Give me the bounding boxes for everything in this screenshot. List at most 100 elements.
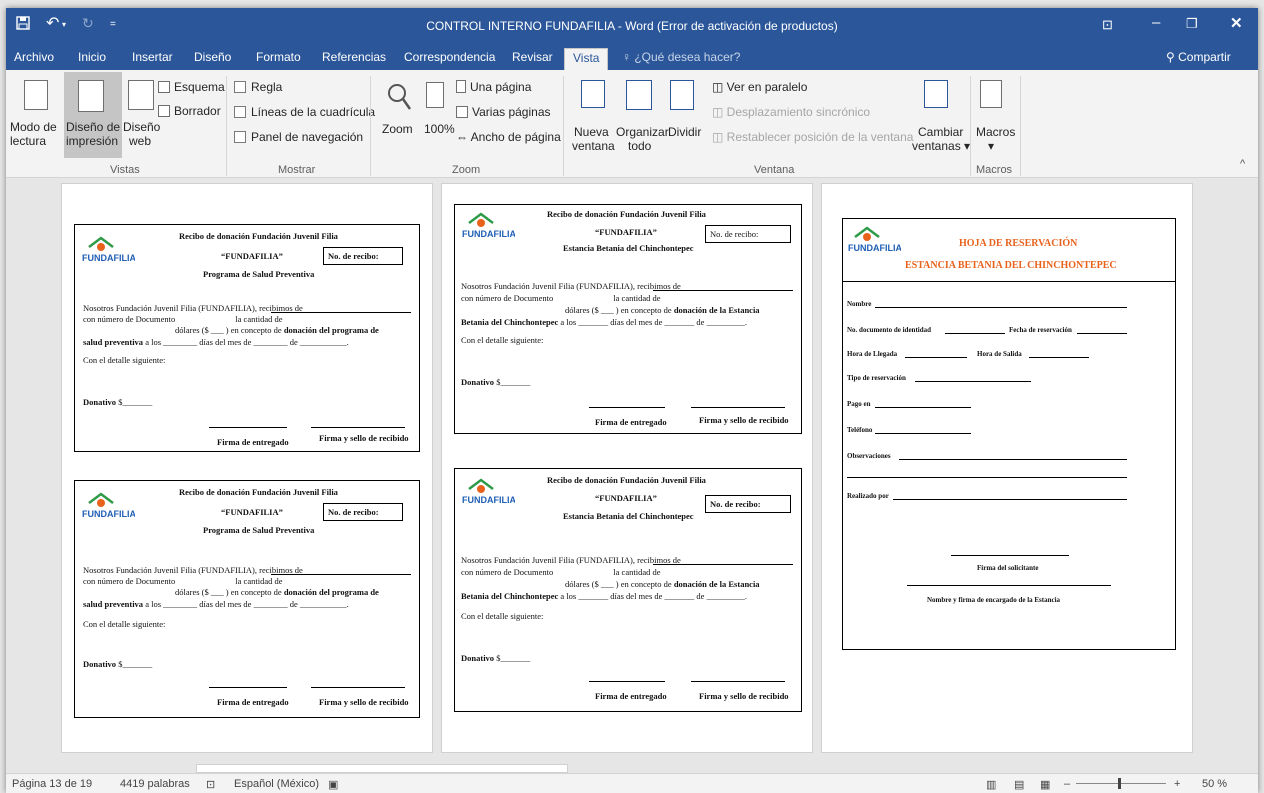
svg-text:FUNDAFILIA: FUNDAFILIA: [462, 229, 515, 239]
tab-correspondencia[interactable]: Correspondencia: [404, 50, 495, 64]
split-button[interactable]: Dividir: [668, 125, 701, 139]
new-window-button[interactable]: Nueva ventana: [572, 125, 615, 153]
fundafilia-logo: FUNDAFILIA: [462, 212, 515, 239]
macros-button[interactable]: Macros ▾: [976, 125, 1015, 153]
minimize-icon[interactable]: –: [1152, 14, 1160, 31]
close-icon[interactable]: ✕: [1230, 14, 1243, 32]
zoom-in-icon[interactable]: +: [1174, 778, 1180, 790]
zoom-slider[interactable]: [1076, 783, 1166, 784]
zoom-100-button[interactable]: 100%: [424, 122, 455, 136]
word-count[interactable]: 4419 palabras: [120, 778, 190, 790]
checkbox-icon: [234, 81, 246, 93]
gridlines-checkbox[interactable]: Líneas de la cuadrícula: [234, 105, 375, 119]
dropdown-icon: ▾: [960, 139, 971, 153]
tab-vista[interactable]: Vista: [564, 48, 609, 70]
draft-button[interactable]: Borrador: [158, 104, 221, 118]
multiple-pages-icon: [456, 106, 468, 118]
ruler-checkbox[interactable]: Regla: [234, 80, 282, 94]
page-width-button[interactable]: ⇔ Ancho de página: [456, 130, 561, 144]
receipt-name: “FUNDAFILIA”: [595, 493, 657, 503]
ribbon-separator: [563, 76, 564, 176]
fundafilia-logo: FUNDAFILIA: [462, 478, 515, 505]
collapse-ribbon-icon[interactable]: ^: [1240, 158, 1245, 170]
sync-scroll-button[interactable]: ◫ Desplazamiento sincrónico: [712, 105, 870, 119]
nav-pane-checkbox[interactable]: Panel de navegación: [234, 130, 363, 144]
receipt-donativo: Donativo $_______: [83, 397, 153, 407]
receipt-line-3: dólares ($ ___ ) en concepto de donación…: [175, 325, 379, 335]
arrange-all-button[interactable]: Organizar todo: [616, 125, 669, 153]
group-ventana-label: Ventana: [754, 164, 795, 176]
horizontal-scrollbar[interactable]: [196, 764, 568, 773]
language[interactable]: Español (México): [234, 778, 319, 790]
receipt-donativo: Donativo $_______: [461, 653, 531, 663]
tab-insertar[interactable]: Insertar: [132, 50, 173, 64]
field-observaciones-line-2: [847, 477, 1127, 478]
zoom-button[interactable]: Zoom: [382, 122, 413, 136]
one-page-button[interactable]: Una página: [456, 80, 531, 94]
share-button[interactable]: ⚲ Compartir: [1166, 50, 1231, 64]
receipt-line-2: con número de Documento la cantidad de: [461, 567, 661, 577]
macro-record-icon[interactable]: ▣: [328, 778, 338, 791]
switch-windows-button[interactable]: Cambiar ventanas ▾: [912, 125, 970, 153]
receipt-program: Programa de Salud Preventiva: [203, 269, 315, 279]
signature-delivered-label: Firma de entregado: [595, 691, 667, 701]
page-count[interactable]: Página 13 de 19: [12, 778, 92, 790]
tab-revisar[interactable]: Revisar: [512, 50, 553, 64]
blank-line: [271, 574, 411, 575]
field-pago-line: [875, 407, 971, 408]
ribbon-display-icon[interactable]: ⊡: [1102, 17, 1113, 33]
outline-button[interactable]: Esquema: [158, 80, 225, 94]
tab-archivo[interactable]: Archivo: [14, 50, 54, 64]
signature-line: [209, 427, 287, 428]
svg-text:FUNDAFILIA: FUNDAFILIA: [848, 243, 901, 253]
signature-applicant-label: Firma del solicitante: [977, 564, 1039, 572]
signature-manager-label: Nombre y firma de encargado de la Estanc…: [927, 596, 1061, 604]
page-right: FUNDAFILIA HOJA DE RESERVACIÓN ESTANCIA …: [821, 183, 1193, 753]
draft-icon: [158, 105, 170, 117]
tell-me-search[interactable]: ♀ ¿Qué desea hacer?: [622, 50, 740, 64]
receipt-form-4: FUNDAFILIA Recibo de donación Fundación …: [454, 468, 802, 712]
field-llegada-line: [905, 357, 967, 358]
signature-delivered-label: Firma de entregado: [217, 437, 289, 447]
side-by-side-button[interactable]: ◫ Ver en paralelo: [712, 80, 807, 94]
new-window-icon: [581, 80, 605, 108]
reset-window-position-button[interactable]: ◫ Restablecer posición de la ventana: [712, 130, 913, 144]
proofing-icon[interactable]: ⊡: [206, 778, 215, 791]
read-mode-view-icon[interactable]: ▥: [986, 778, 996, 791]
switch-windows-icon: [924, 80, 948, 108]
tab-referencias[interactable]: Referencias: [322, 50, 386, 64]
signature-line: [311, 687, 405, 688]
zoom-out-icon[interactable]: –: [1064, 778, 1070, 790]
web-layout-icon: [128, 80, 154, 110]
receipt-line-3: dólares ($ ___ ) en concepto de donación…: [175, 587, 379, 597]
signature-delivered-label: Firma de entregado: [595, 417, 667, 427]
web-layout-button[interactable]: Diseño web: [123, 120, 160, 148]
tab-inicio[interactable]: Inicio: [78, 50, 106, 64]
tab-formato[interactable]: Formato: [256, 50, 301, 64]
receipt-estancia: Estancia Betania del Chinchontepec: [563, 511, 694, 521]
page-middle: FUNDAFILIA Recibo de donación Fundación …: [441, 183, 813, 753]
zoom-slider-thumb[interactable]: [1118, 778, 1121, 789]
document-area[interactable]: FUNDAFILIA Recibo de donación Fundación …: [6, 178, 1258, 773]
signature-received-label: Firma y sello de recibido: [319, 697, 409, 707]
signature-delivered-label: Firma de entregado: [217, 697, 289, 707]
ribbon-vista: Modo de lectura Diseño de impresión Diseño…: [6, 70, 1258, 178]
restore-icon[interactable]: ❐: [1186, 16, 1198, 32]
print-layout-view-icon[interactable]: ▤: [1014, 778, 1024, 791]
read-mode-button[interactable]: Modo de lectura: [10, 120, 57, 148]
read-mode-icon: [24, 80, 48, 110]
receipt-line-3: dólares ($ ___ ) en concepto de donación…: [565, 579, 760, 589]
signature-line: [951, 555, 1069, 556]
field-llegada-label: Hora de Llegada: [847, 350, 898, 358]
tab-diseno[interactable]: Diseño: [194, 50, 231, 64]
web-layout-view-icon[interactable]: ▦: [1040, 778, 1050, 791]
signature-line: [311, 427, 405, 428]
ribbon-separator: [226, 76, 227, 176]
svg-text:FUNDAFILIA: FUNDAFILIA: [82, 253, 135, 263]
signature-received-label: Firma y sello de recibido: [699, 691, 789, 701]
multiple-pages-button[interactable]: Varias páginas: [456, 105, 551, 119]
zoom-level[interactable]: 50 %: [1202, 778, 1227, 790]
field-telefono-label: Teléfono: [847, 426, 873, 434]
field-tipo-line: [915, 381, 1031, 382]
window-title: CONTROL INTERNO FUNDAFILIA - Word (Error…: [426, 19, 838, 33]
